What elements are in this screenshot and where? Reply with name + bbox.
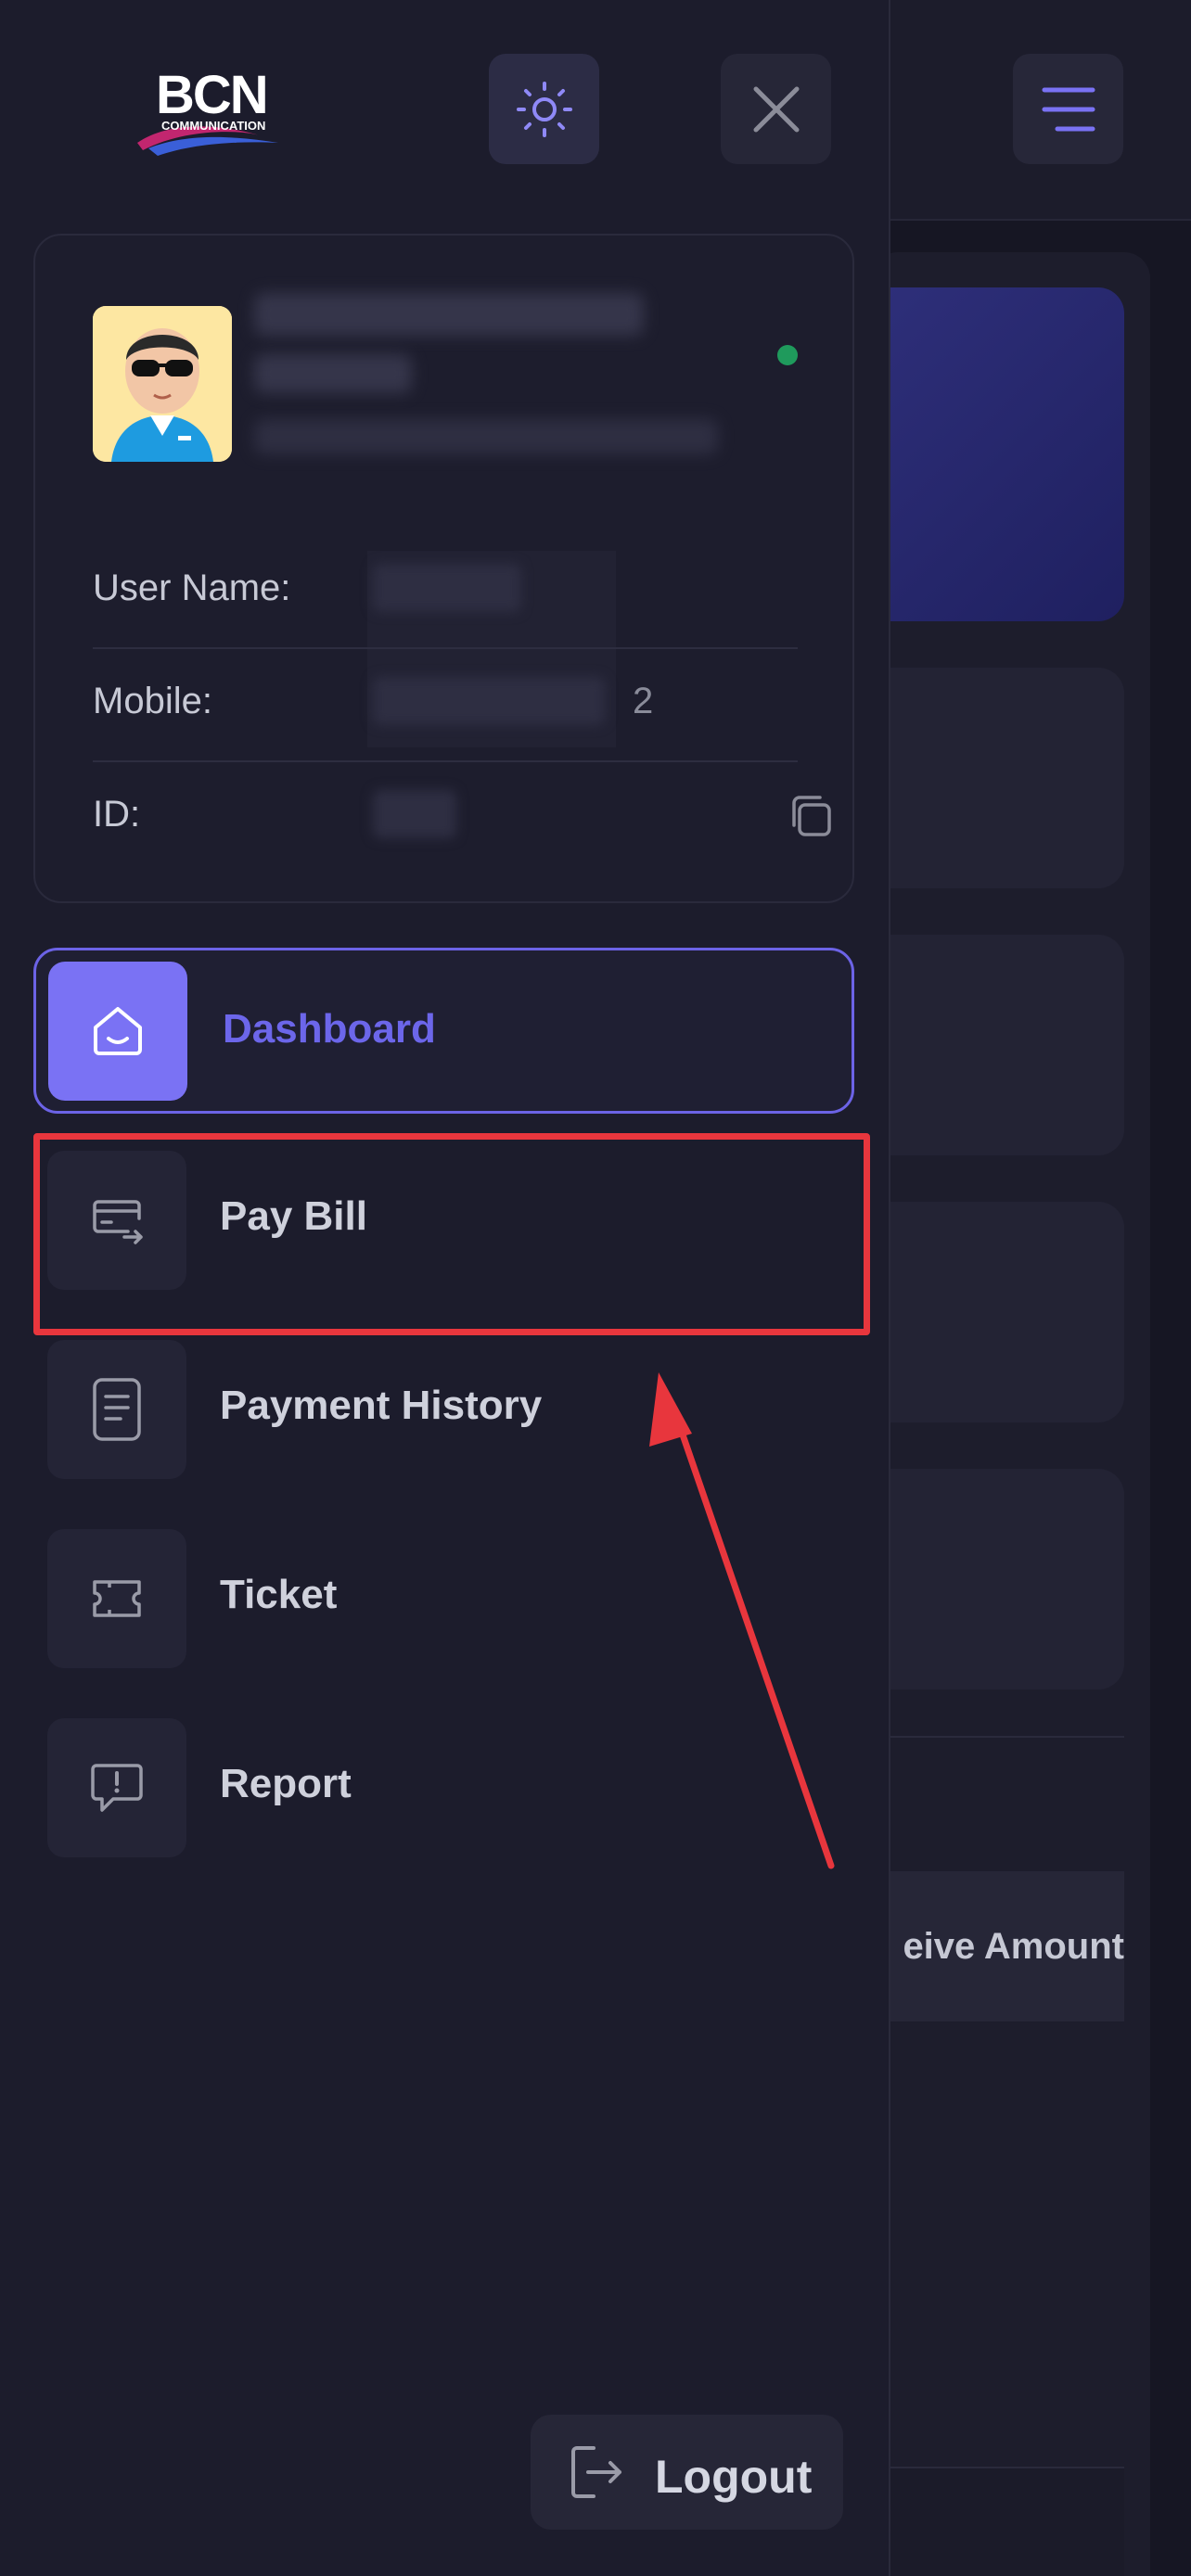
background-table-header: eive Amount	[872, 1871, 1124, 2021]
svg-text:BCN: BCN	[156, 65, 267, 125]
id-row: ID:	[93, 762, 831, 875]
username-label: User Name:	[93, 567, 291, 608]
nav-label-dashboard: Dashboard	[223, 1006, 436, 1052]
nav-item-report[interactable]: Report	[33, 1705, 854, 1871]
nav-item-payment-history[interactable]: Payment History	[33, 1327, 854, 1493]
profile-card: User Name: Mobile: 2 ID:	[33, 234, 854, 903]
background-stat-card	[872, 1469, 1124, 1690]
nav-item-ticket[interactable]: Ticket	[33, 1516, 854, 1682]
id-value-redacted	[373, 790, 456, 838]
mobile-value-suffix: 2	[633, 681, 654, 721]
logout-icon	[571, 2446, 621, 2498]
document-icon	[93, 1378, 141, 1441]
hamburger-icon	[1042, 87, 1095, 131]
mobile-label: Mobile:	[93, 681, 212, 721]
close-drawer-button[interactable]	[721, 54, 831, 164]
background-footer	[872, 2468, 1124, 2576]
nav-label-ticket: Ticket	[220, 1572, 338, 1617]
copy-icon[interactable]	[787, 792, 835, 840]
nav-label-payment-history: Payment History	[220, 1383, 543, 1428]
table-header-receive-amount: eive Amount	[903, 1925, 1124, 1967]
message-alert-icon	[91, 1764, 143, 1812]
background-stat-card	[872, 935, 1124, 1155]
nav-item-dashboard[interactable]: Dashboard	[33, 948, 854, 1114]
nav-icon-container	[48, 962, 187, 1101]
user-avatar-illustration-icon	[93, 306, 232, 462]
online-status-indicator	[777, 345, 798, 365]
nav-icon-container	[47, 1340, 186, 1479]
svg-text:COMMUNICATION: COMMUNICATION	[161, 119, 265, 133]
background-stat-card	[872, 1202, 1124, 1422]
avatar	[93, 306, 232, 462]
hamburger-menu-button[interactable]	[1013, 54, 1123, 164]
close-icon	[753, 86, 799, 132]
id-label: ID:	[93, 794, 141, 835]
bcn-logo-icon: BCN COMMUNICATION	[137, 65, 278, 156]
logout-button[interactable]: Logout	[531, 2415, 843, 2530]
username-value-redacted	[373, 564, 521, 612]
nav-icon-container	[47, 1529, 186, 1668]
home-icon	[94, 1007, 142, 1055]
background-banner	[872, 287, 1124, 621]
nav-label-report: Report	[220, 1761, 352, 1806]
username-row: User Name:	[93, 536, 798, 649]
highlight-annotation-box	[33, 1133, 870, 1335]
profile-name-email-redacted	[254, 293, 736, 478]
mobile-row: Mobile: 2	[93, 649, 798, 762]
mobile-value-redacted	[373, 677, 605, 725]
nav-icon-container	[47, 1718, 186, 1857]
background-stat-card	[872, 668, 1124, 888]
ticket-icon	[93, 1580, 141, 1617]
logout-label: Logout	[655, 2451, 813, 2503]
sun-icon	[516, 81, 572, 137]
theme-toggle-button[interactable]	[489, 54, 599, 164]
brand-logo: BCN COMMUNICATION	[130, 57, 297, 159]
background-divider	[872, 1736, 1124, 1738]
